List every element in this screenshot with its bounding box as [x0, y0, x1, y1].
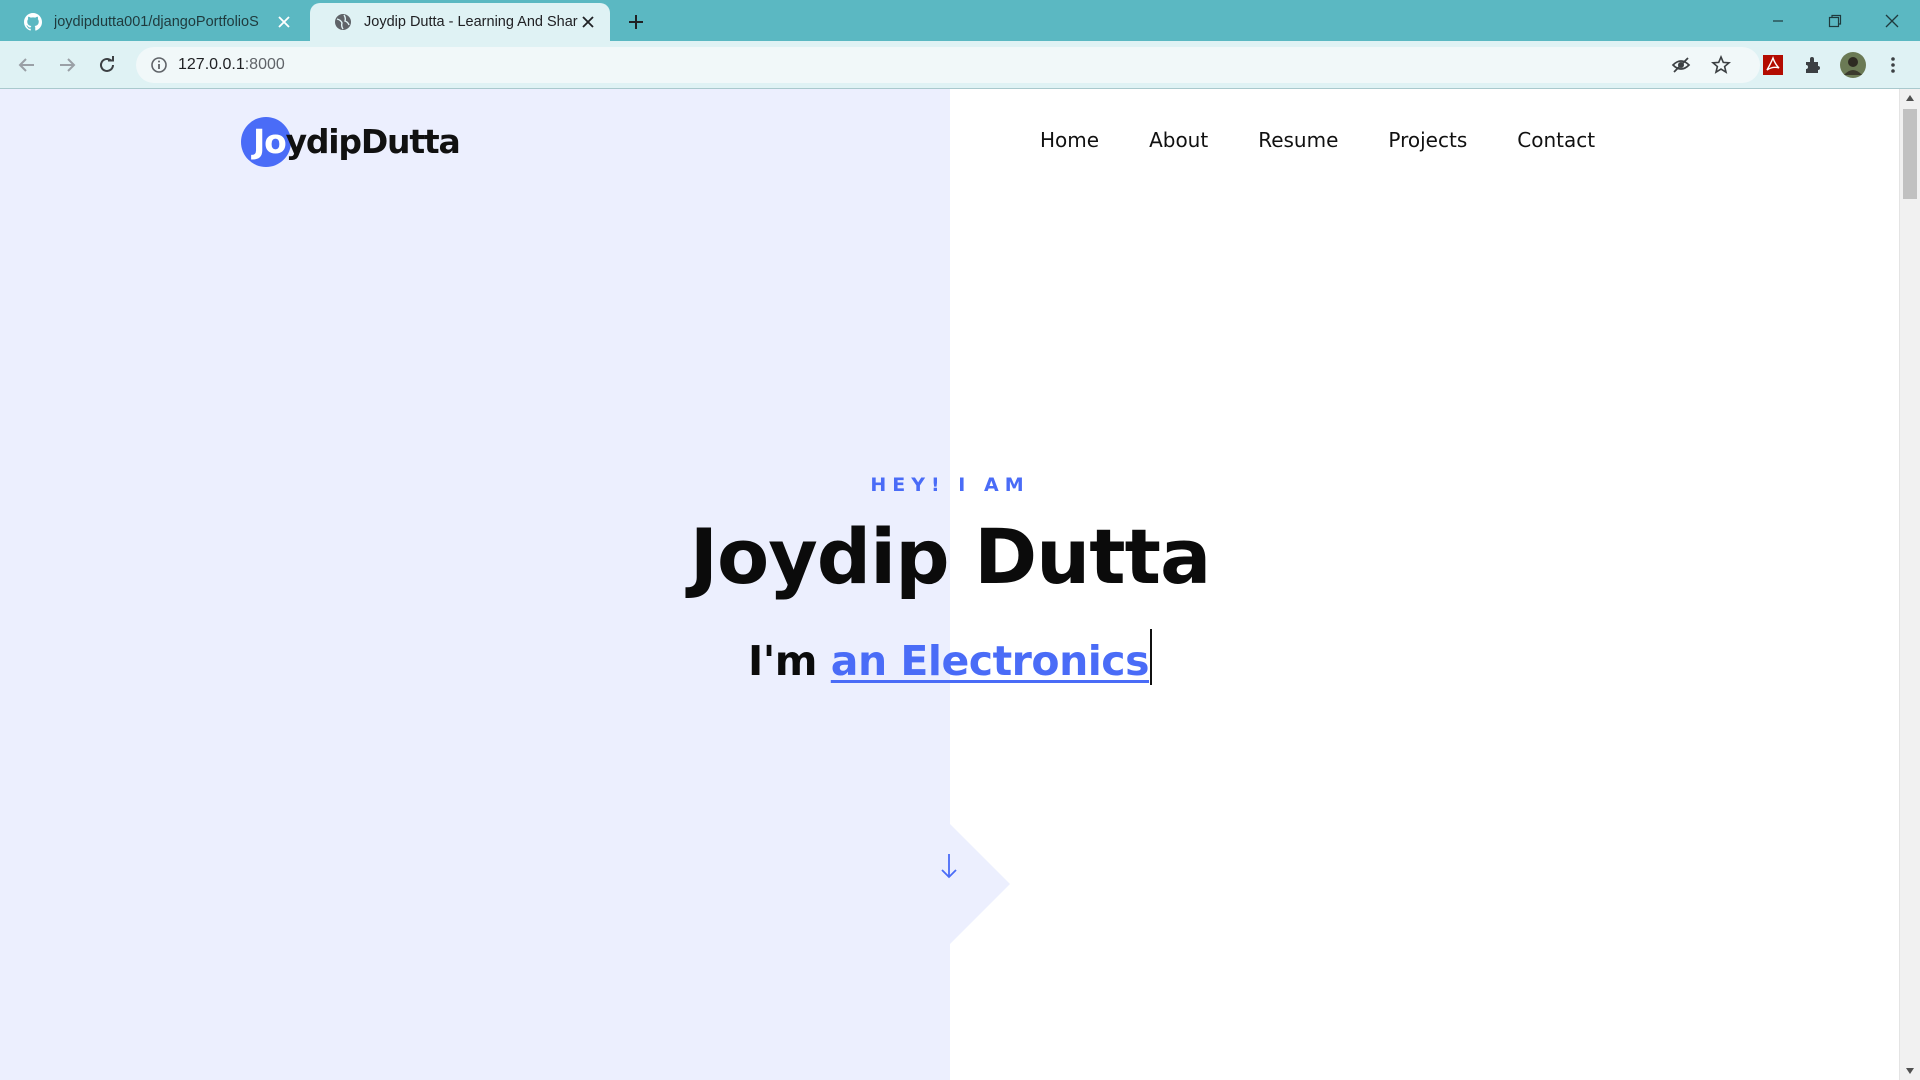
- restore-icon[interactable]: [1806, 0, 1863, 41]
- logo-rest: ydipDutta: [285, 122, 461, 161]
- page-scrollbar[interactable]: [1899, 89, 1920, 1080]
- nav-projects[interactable]: Projects: [1388, 127, 1467, 153]
- tab-title: joydipdutta001/djangoPortfolioS: [54, 14, 259, 30]
- close-icon[interactable]: [578, 12, 598, 32]
- tab-github[interactable]: joydipdutta001/djangoPortfolioS: [0, 3, 306, 41]
- nav-contact[interactable]: Contact: [1517, 127, 1595, 153]
- hero-kicker: HEY! I AM: [870, 474, 1030, 496]
- scroll-up-icon[interactable]: [1900, 89, 1920, 107]
- scroll-down-icon[interactable]: [1900, 1062, 1920, 1080]
- close-icon[interactable]: [274, 12, 294, 32]
- main-nav: Home About Resume Projects Contact: [1040, 127, 1595, 153]
- typed-cursor: [1150, 629, 1153, 685]
- url-host: 127.0.0.1: [178, 56, 245, 73]
- reload-icon[interactable]: [91, 49, 123, 81]
- forward-icon[interactable]: [51, 49, 83, 81]
- logo-text: JoydipDutta: [241, 117, 461, 167]
- tab-title: Joydip Dutta - Learning And Shar: [364, 14, 578, 30]
- extensions-icon[interactable]: [1797, 49, 1829, 81]
- close-window-icon[interactable]: [1863, 0, 1920, 41]
- nav-resume[interactable]: Resume: [1258, 127, 1338, 153]
- back-icon[interactable]: [11, 49, 43, 81]
- nav-home[interactable]: Home: [1040, 127, 1099, 153]
- tab-strip: joydipdutta001/djangoPortfolioS Joydip D…: [0, 0, 1920, 41]
- tab-portfolio[interactable]: Joydip Dutta - Learning And Shar: [310, 3, 610, 41]
- menu-icon[interactable]: [1877, 49, 1909, 81]
- hero-name: Joydip Dutta: [689, 512, 1211, 601]
- avatar[interactable]: [1837, 49, 1869, 81]
- typed-text[interactable]: an Electronics: [831, 637, 1150, 685]
- scroll-down-arrow-icon[interactable]: [937, 851, 961, 881]
- logo-lead: Jo: [253, 122, 287, 161]
- pdf-extension-icon[interactable]: [1757, 49, 1789, 81]
- new-tab-button[interactable]: [622, 8, 650, 36]
- scrollbar-thumb[interactable]: [1903, 109, 1917, 199]
- minimize-icon[interactable]: [1749, 0, 1806, 41]
- eye-off-icon[interactable]: [1671, 55, 1691, 75]
- hero-notch: [950, 824, 1010, 944]
- github-icon: [24, 13, 43, 31]
- star-icon[interactable]: [1710, 54, 1732, 75]
- typed-prefix: I'm: [747, 637, 831, 685]
- url-text: 127.0.0.1:8000: [178, 56, 285, 74]
- url-port: :8000: [244, 56, 285, 73]
- globe-icon: [334, 13, 352, 31]
- page-viewport: JoydipDutta Home About Resume Projects C…: [0, 89, 1920, 1080]
- nav-about[interactable]: About: [1149, 127, 1208, 153]
- info-icon[interactable]: [150, 56, 168, 74]
- site-logo[interactable]: JoydipDutta: [241, 117, 461, 167]
- browser-toolbar: 127.0.0.1:8000: [0, 41, 1920, 89]
- hero-typed-line: I'm an Electronics: [0, 629, 1900, 691]
- address-bar[interactable]: 127.0.0.1:8000: [136, 47, 1760, 83]
